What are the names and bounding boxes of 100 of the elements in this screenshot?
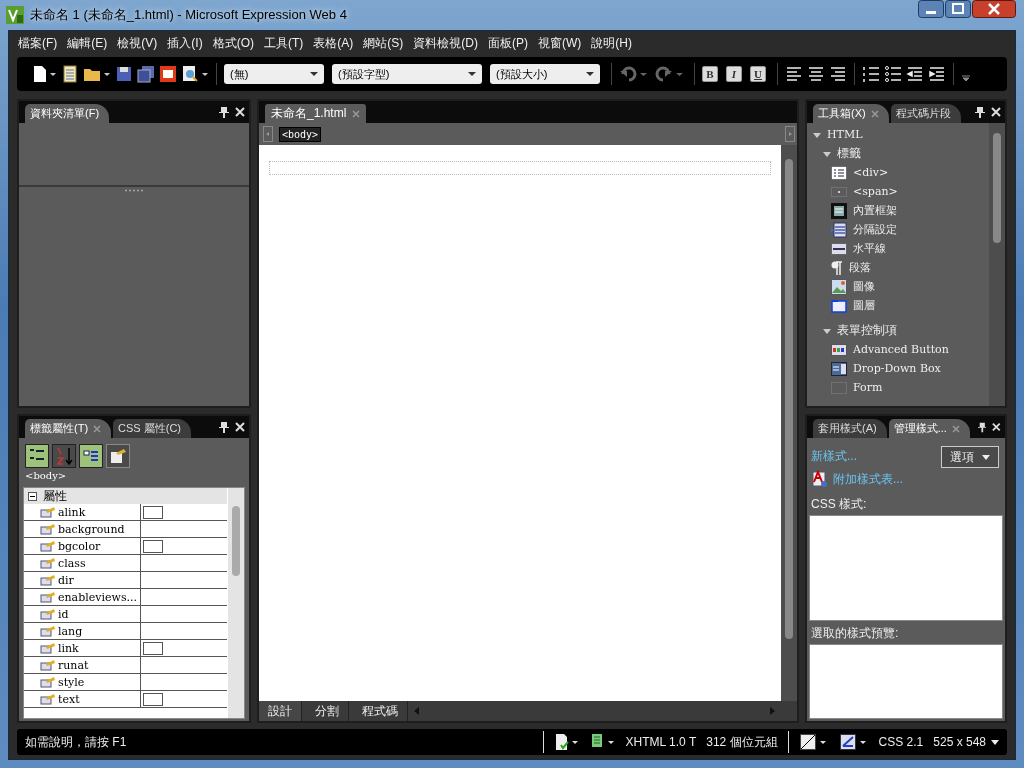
css-styles-list[interactable]: [809, 515, 1003, 622]
bulleted-list-icon[interactable]: [884, 66, 902, 82]
preview-icon[interactable]: [181, 65, 209, 83]
menu-item[interactable]: 檔案(F): [13, 32, 63, 54]
caret-icon[interactable]: [823, 326, 831, 335]
toolbox-item[interactable]: 圖層: [807, 296, 989, 315]
menu-item[interactable]: 格式(O): [207, 32, 259, 54]
attach-stylesheet-link[interactable]: 附加樣式表...: [833, 470, 903, 488]
toolbox-item[interactable]: 內置框架: [807, 201, 989, 220]
toolbox-item[interactable]: <div>: [807, 163, 989, 182]
tag-properties-icon[interactable]: [106, 444, 130, 468]
maximize-icon[interactable]: [945, 0, 971, 18]
panel-tab[interactable]: 資料夾清單(F): [25, 104, 110, 123]
app-logo-icon: [6, 6, 24, 24]
attribute-icon: [40, 506, 56, 518]
toolbox-item[interactable]: 段落: [807, 258, 989, 277]
menu-item[interactable]: 說明(H): [586, 32, 637, 54]
tree-node[interactable]: 標籤: [807, 144, 989, 163]
format-button[interactable]: U: [750, 66, 766, 82]
attribute-icon: [40, 625, 56, 637]
scrollbar[interactable]: [781, 145, 797, 701]
document-tab[interactable]: 未命名_1.html: [265, 104, 367, 123]
sort-icon[interactable]: [52, 444, 76, 468]
dropdown[interactable]: (預設字型): [332, 64, 482, 84]
save-icon[interactable]: [115, 65, 133, 83]
page-size-dropdown[interactable]: 525 x 548: [933, 735, 999, 749]
view-tab[interactable]: 程式碼: [353, 701, 408, 721]
view-tab[interactable]: 分割: [306, 701, 349, 721]
dropdown[interactable]: (無): [224, 64, 324, 84]
stylesheet-icon[interactable]: [811, 470, 829, 488]
panel-tab[interactable]: 套用樣式(A): [813, 419, 887, 438]
scrollbar[interactable]: [228, 488, 244, 718]
toolbox-item[interactable]: 圖像: [807, 277, 989, 296]
tag-selector[interactable]: <body>: [279, 126, 322, 142]
save-all-icon[interactable]: [137, 65, 155, 83]
attribute-icon: [40, 693, 56, 705]
tree-node[interactable]: 表單控制項: [807, 321, 989, 340]
pin-icon[interactable]: [975, 106, 985, 118]
toolbox-item[interactable]: 水平線: [807, 239, 989, 258]
pin-icon[interactable]: [219, 421, 229, 433]
align-right-icon[interactable]: [829, 66, 847, 82]
categorized-view-icon[interactable]: [25, 444, 49, 468]
property-group-header[interactable]: 屬性: [24, 488, 227, 504]
menu-item[interactable]: 編輯(E): [62, 32, 113, 54]
panel-tab[interactable]: 標籤屬性(T): [25, 419, 112, 438]
sharepoint-icon[interactable]: [159, 65, 177, 83]
caret-icon[interactable]: [813, 130, 821, 139]
doctype-indicator[interactable]: XHTML 1.0 T: [625, 735, 697, 749]
toolbox-item[interactable]: Drop-Down Box: [807, 359, 989, 378]
tree-node[interactable]: HTML: [807, 125, 989, 144]
menu-item[interactable]: 插入(I): [162, 32, 208, 54]
splitter-grip-icon[interactable]: [123, 189, 145, 192]
menu-item[interactable]: 資料檢視(D): [408, 32, 483, 54]
view-tab[interactable]: 設計: [259, 701, 302, 721]
panel-tab[interactable]: CSS 屬性(C): [113, 419, 191, 438]
menu-item[interactable]: 視窗(W): [533, 32, 587, 54]
increase-indent-icon[interactable]: [928, 66, 946, 82]
panel-tab[interactable]: 程式碼片段: [890, 104, 961, 123]
menu-item[interactable]: 工具(T): [259, 32, 309, 54]
list-view-icon[interactable]: [79, 444, 103, 468]
color-swatch[interactable]: [143, 641, 163, 655]
new-document-icon[interactable]: [31, 65, 57, 83]
collapse-icon[interactable]: [28, 491, 37, 501]
attribute-icon: [40, 642, 56, 654]
format-button[interactable]: B: [702, 66, 718, 82]
toolbox-item[interactable]: 分隔設定: [807, 220, 989, 239]
numbered-list-icon[interactable]: [862, 66, 880, 82]
caret-icon[interactable]: [823, 149, 831, 158]
compatibility-check-icon[interactable]: [553, 733, 580, 751]
visual-aids-icon[interactable]: [798, 733, 829, 751]
toolbox-item[interactable]: Form: [807, 378, 989, 397]
style-application-icon[interactable]: [838, 733, 869, 751]
panel-tab[interactable]: 工具箱(X): [813, 104, 889, 123]
menu-item[interactable]: 表格(A): [308, 32, 359, 54]
attribute-icon: [40, 659, 56, 671]
color-swatch[interactable]: [143, 692, 163, 706]
close-icon[interactable]: [972, 0, 1016, 18]
property-name: runat: [58, 658, 89, 672]
dropdown[interactable]: (預設大小): [490, 64, 600, 84]
page-icon[interactable]: [61, 65, 79, 83]
align-center-icon[interactable]: [807, 66, 825, 82]
toolbox-item[interactable]: Advanced Button: [807, 340, 989, 359]
options-button[interactable]: 選項: [941, 446, 999, 468]
decrease-indent-icon[interactable]: [906, 66, 924, 82]
minimize-icon[interactable]: [918, 0, 944, 18]
panel-tab[interactable]: 管理樣式...: [888, 419, 970, 438]
format-button[interactable]: I: [726, 66, 742, 82]
align-left-icon[interactable]: [785, 66, 803, 82]
new-style-link[interactable]: 新樣式...: [811, 447, 857, 465]
pin-icon[interactable]: [219, 106, 229, 118]
attribute-icon: [40, 676, 56, 688]
menu-item[interactable]: 網站(S): [358, 32, 409, 54]
color-swatch[interactable]: [143, 539, 163, 553]
color-swatch[interactable]: [143, 505, 163, 519]
toolbox-item[interactable]: <span>: [807, 182, 989, 201]
scrollbar[interactable]: [989, 123, 1005, 406]
pin-icon[interactable]: [977, 421, 987, 433]
menu-item[interactable]: 面板(P): [483, 32, 533, 54]
menu-item[interactable]: 檢視(V): [112, 32, 163, 54]
css-version-indicator[interactable]: CSS 2.1: [878, 735, 924, 749]
